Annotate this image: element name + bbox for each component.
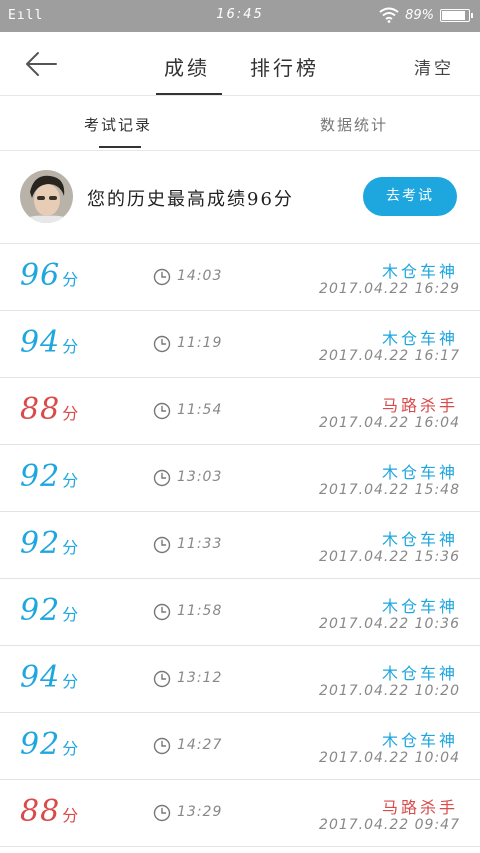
- record-date: 2017.04.22 16:04: [319, 415, 460, 431]
- score-value: 88: [20, 392, 61, 427]
- record-duration: 11:33: [177, 536, 223, 552]
- record-date: 2017.04.22 15:36: [319, 549, 460, 565]
- record-duration: 13:29: [177, 804, 223, 820]
- profile-summary: 您的历史最高成绩96分 去考试: [0, 152, 480, 244]
- score-unit: 分: [62, 404, 80, 423]
- record-date: 2017.04.22 10:36: [319, 616, 460, 632]
- record-title: 木仓车神: [381, 463, 458, 482]
- record-row[interactable]: 88 分 13:29 马路杀手 2017.04.22 09:47: [0, 780, 480, 847]
- score-value: 92: [20, 727, 61, 762]
- record-title: 木仓车神: [381, 262, 458, 281]
- score-value: 94: [20, 325, 61, 360]
- record-duration: 14:03: [177, 268, 223, 284]
- record-title: 木仓车神: [381, 597, 458, 616]
- record-date: 2017.04.22 10:04: [319, 750, 460, 766]
- record-title: 马路杀手: [381, 798, 458, 817]
- record-score: 92 分: [20, 526, 79, 561]
- record-date: 2017.04.22 16:29: [319, 281, 460, 297]
- record-score: 92 分: [20, 459, 79, 494]
- clock-icon: [153, 670, 171, 688]
- score-unit: 分: [62, 605, 80, 624]
- record-duration: 11:19: [177, 335, 223, 351]
- record-score: 96 分: [20, 258, 79, 293]
- record-date: 2017.04.22 16:17: [319, 348, 460, 364]
- avatar: [20, 170, 73, 223]
- tab-leaderboard[interactable]: 排行榜: [250, 52, 319, 81]
- score-unit: 分: [62, 270, 80, 289]
- clock-icon: [153, 335, 171, 353]
- clock-icon: [153, 737, 171, 755]
- record-duration: 11:58: [177, 603, 223, 619]
- score-value: 92: [20, 459, 61, 494]
- subtab-statistics[interactable]: 数据统计: [320, 114, 388, 135]
- status-bar: Eıll 16:45 89%: [0, 0, 480, 32]
- record-row[interactable]: 92 分 13:03 木仓车神 2017.04.22 15:48: [0, 445, 480, 512]
- record-row[interactable]: 92 分 11:58 木仓车神 2017.04.22 10:36: [0, 579, 480, 646]
- active-tab-indicator: [156, 93, 222, 95]
- top-nav: 成绩 排行榜 清空: [0, 32, 480, 96]
- clock-icon: [153, 469, 171, 487]
- record-duration: 13:03: [177, 469, 223, 485]
- record-title: 木仓车神: [381, 329, 458, 348]
- record-title: 木仓车神: [381, 731, 458, 750]
- record-duration: 14:27: [177, 737, 223, 753]
- record-score: 94 分: [20, 325, 79, 360]
- score-value: 94: [20, 660, 61, 695]
- tab-scores[interactable]: 成绩: [164, 52, 210, 81]
- battery-percent: 89%: [405, 7, 434, 23]
- score-value: 92: [20, 526, 61, 561]
- score-value: 92: [20, 593, 61, 628]
- clock-icon: [153, 402, 171, 420]
- clock-icon: [153, 536, 171, 554]
- clock-icon: [153, 804, 171, 822]
- score-unit: 分: [62, 672, 80, 691]
- score-unit: 分: [62, 739, 80, 758]
- record-row[interactable]: 92 分 11:33 木仓车神 2017.04.22 15:36: [0, 512, 480, 579]
- record-title: 木仓车神: [381, 664, 458, 683]
- score-unit: 分: [62, 471, 80, 490]
- clear-button[interactable]: 清空: [414, 54, 454, 79]
- clock-icon: [153, 603, 171, 621]
- score-unit: 分: [62, 538, 80, 557]
- go-exam-button[interactable]: 去考试: [363, 177, 457, 216]
- score-unit: 分: [62, 806, 80, 825]
- record-date: 2017.04.22 09:47: [319, 817, 460, 833]
- record-title: 马路杀手: [381, 396, 458, 415]
- record-date: 2017.04.22 10:20: [319, 683, 460, 699]
- record-score: 88 分: [20, 794, 79, 829]
- exam-record-list: 96 分 14:03 木仓车神 2017.04.22 16:29 94 分 11:1…: [0, 244, 480, 847]
- back-arrow-icon[interactable]: [24, 50, 58, 78]
- sub-tabs: 考试记录 数据统计: [0, 97, 480, 151]
- record-score: 92 分: [20, 593, 79, 628]
- record-row[interactable]: 88 分 11:54 马路杀手 2017.04.22 16:04: [0, 378, 480, 445]
- record-title: 木仓车神: [381, 530, 458, 549]
- best-score-text: 您的历史最高成绩96分: [87, 189, 294, 210]
- clock-icon: [153, 268, 171, 286]
- wifi-icon: [379, 7, 399, 23]
- score-unit: 分: [62, 337, 80, 356]
- record-score: 88 分: [20, 392, 79, 427]
- record-duration: 13:12: [177, 670, 223, 686]
- record-score: 92 分: [20, 727, 79, 762]
- record-row[interactable]: 94 分 13:12 木仓车神 2017.04.22 10:20: [0, 646, 480, 713]
- record-score: 94 分: [20, 660, 79, 695]
- record-row[interactable]: 94 分 11:19 木仓车神 2017.04.22 16:17: [0, 311, 480, 378]
- score-value: 88: [20, 794, 61, 829]
- subtab-exam-records[interactable]: 考试记录: [84, 114, 152, 135]
- record-date: 2017.04.22 15:48: [319, 482, 460, 498]
- battery-icon: [440, 8, 473, 22]
- record-row[interactable]: 92 分 14:27 木仓车神 2017.04.22 10:04: [0, 713, 480, 780]
- status-right: 89%: [379, 7, 473, 23]
- record-duration: 11:54: [177, 402, 223, 418]
- record-row[interactable]: 96 分 14:03 木仓车神 2017.04.22 16:29: [0, 244, 480, 311]
- active-subtab-indicator: [99, 146, 141, 148]
- score-value: 96: [20, 258, 61, 293]
